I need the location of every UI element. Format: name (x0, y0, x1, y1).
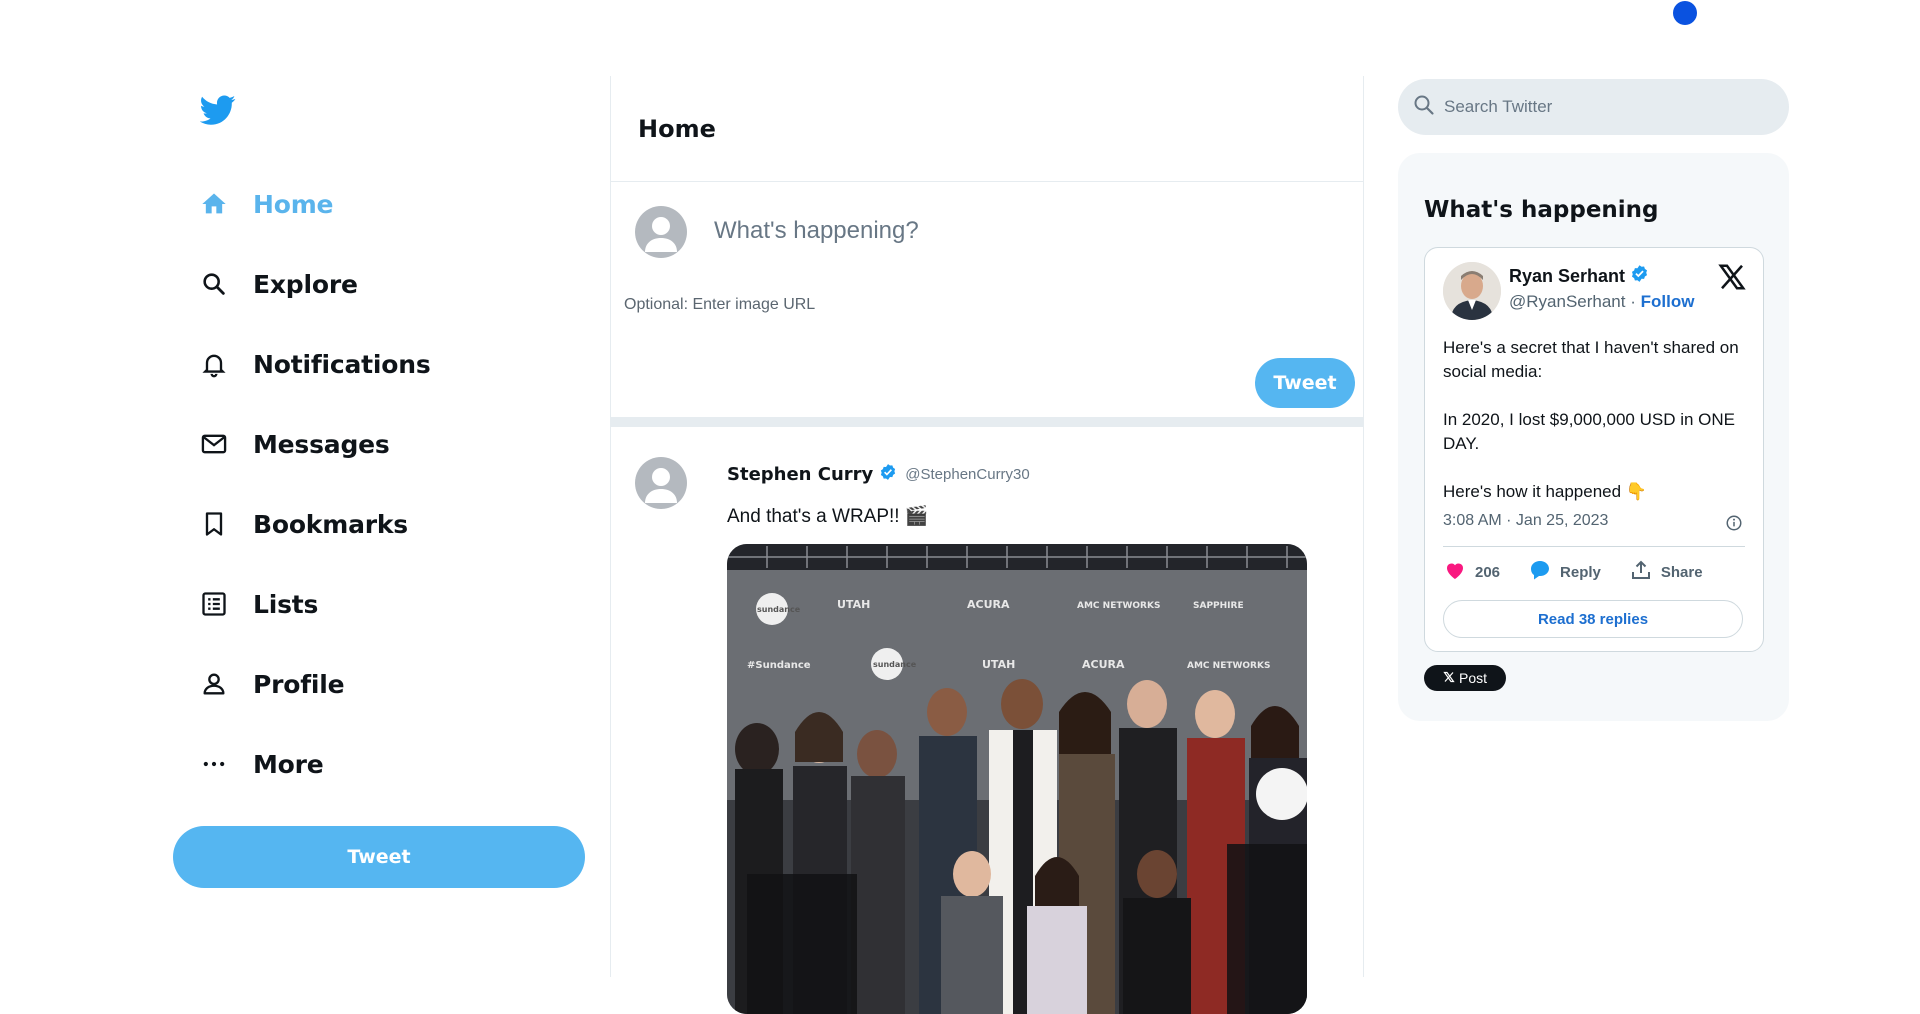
feed-divider (611, 417, 1363, 427)
list-icon (173, 590, 253, 618)
tweet-photo[interactable]: sundance UTAH ACURA AMC NETWORKS SAPPHIR… (727, 544, 1307, 1014)
media-logo-0: sundance (757, 605, 801, 614)
embed-paragraph: In 2020, I lost $9,000,000 USD in ONE DA… (1443, 410, 1736, 453)
embedded-tweet[interactable]: Ryan Serhant @RyanSerhant · Follow Here'… (1424, 247, 1764, 652)
status-dot (1673, 1, 1697, 25)
tweet-header: Stephen Curry @StephenCurry30 (727, 463, 1030, 485)
like-count: 206 (1475, 563, 1501, 581)
nav-label-lists: Lists (253, 589, 319, 619)
media-logo-6: sundance (873, 660, 917, 669)
embed-author-name[interactable]: Ryan Serhant (1509, 266, 1625, 287)
twitter-bird-icon[interactable] (199, 92, 236, 128)
nav-item-lists[interactable]: Lists (173, 564, 593, 644)
mail-icon (173, 430, 253, 458)
media-logo-3: AMC NETWORKS (1077, 601, 1160, 611)
media-logo-2: ACURA (967, 598, 1010, 611)
reply-bubble-icon (1528, 558, 1552, 586)
nav-label-notifications: Notifications (253, 349, 431, 379)
share-label: Share (1660, 563, 1703, 581)
tweet-author-name[interactable]: Stephen Curry (727, 464, 873, 485)
nav-label-more: More (253, 749, 324, 779)
sidebar-tweet-button[interactable]: Tweet (173, 826, 585, 888)
embed-divider (1443, 546, 1745, 547)
nav-label-bookmarks: Bookmarks (253, 509, 408, 539)
media-logo-5: #Sundance (747, 660, 811, 671)
nav-item-bookmarks[interactable]: Bookmarks (173, 484, 593, 564)
composer-avatar (635, 206, 687, 258)
search-icon (173, 270, 253, 298)
nav-item-home[interactable]: Home (173, 164, 593, 244)
search-input[interactable] (1444, 97, 1764, 117)
embed-text: Here's a secret that I haven't shared on… (1443, 336, 1743, 504)
tweet-text: And that's a WRAP!! 🎬 (727, 506, 929, 527)
embed-paragraph: Here's how it happened 👇 (1443, 482, 1647, 501)
heart-icon (1443, 558, 1467, 586)
tweet-composer: Tweet (611, 182, 1363, 417)
whats-happening-title: What's happening (1424, 197, 1659, 223)
nav-item-more[interactable]: More (173, 724, 593, 804)
nav-label-explore: Explore (253, 269, 358, 299)
embed-actions: 206 Reply Share (1443, 558, 1731, 586)
embed-handle[interactable]: @RyanSerhant (1509, 292, 1626, 311)
whats-happening-panel: What's happening Ryan Serhant @RyanSerha… (1398, 153, 1789, 721)
embed-paragraph: Here's a secret that I haven't shared on… (1443, 338, 1739, 381)
nav-item-notifications[interactable]: Notifications (173, 324, 593, 404)
embed-timestamp[interactable]: 3:08 AM · Jan 25, 2023 (1443, 512, 1608, 530)
person-icon (173, 670, 253, 698)
main-nav: Home Explore Notifications Messages Book… (173, 164, 593, 804)
nav-item-messages[interactable]: Messages (173, 404, 593, 484)
search-bar[interactable] (1398, 79, 1789, 135)
share-icon (1629, 558, 1653, 586)
info-icon[interactable] (1725, 514, 1743, 532)
embed-subline: @RyanSerhant · Follow (1509, 292, 1694, 312)
share-button[interactable]: Share (1629, 558, 1703, 586)
embed-author: Ryan Serhant (1509, 264, 1649, 288)
x-logo-icon (1443, 670, 1455, 686)
media-logo-9: AMC NETWORKS (1187, 661, 1270, 671)
embed-separator: · (1630, 292, 1636, 311)
main-header: Home (611, 76, 1363, 182)
main-column: Home Tweet Stephen Curry @StephenCurry30… (610, 76, 1364, 1014)
reply-label: Reply (1560, 563, 1601, 581)
nav-item-explore[interactable]: Explore (173, 244, 593, 324)
nav-label-home: Home (253, 189, 334, 219)
media-logo-7: UTAH (982, 658, 1015, 671)
media-logo-1: UTAH (837, 598, 870, 611)
x-post-label: Post (1458, 670, 1487, 686)
search-icon (1412, 93, 1436, 121)
more-icon (173, 750, 253, 778)
tweet-avatar[interactable] (635, 457, 687, 509)
image-url-input[interactable] (624, 296, 1124, 314)
bookmark-icon (173, 510, 253, 538)
tweet-author-handle[interactable]: @StephenCurry30 (905, 466, 1029, 483)
nav-item-profile[interactable]: Profile (173, 644, 593, 724)
like-button[interactable]: 206 (1443, 558, 1500, 586)
follow-link[interactable]: Follow (1641, 292, 1695, 311)
nav-label-profile: Profile (253, 669, 345, 699)
home-icon (173, 190, 253, 218)
compose-tweet-input[interactable] (714, 217, 1334, 245)
media-logo-4: SAPPHIRE (1193, 601, 1244, 611)
tweet[interactable]: Stephen Curry @StephenCurry30 And that's… (611, 427, 1363, 1014)
nav-label-messages: Messages (253, 429, 390, 459)
bell-icon (173, 350, 253, 378)
verified-badge-icon (1630, 264, 1649, 288)
page-title: Home (638, 114, 716, 143)
compose-tweet-button[interactable]: Tweet (1255, 358, 1355, 408)
embed-avatar[interactable] (1443, 262, 1501, 320)
verified-badge-icon (879, 463, 897, 485)
media-logo-8: ACURA (1082, 658, 1125, 671)
x-post-button[interactable]: Post (1424, 665, 1506, 691)
read-replies-button[interactable]: Read 38 replies (1443, 600, 1743, 638)
x-logo-icon[interactable] (1717, 262, 1747, 292)
reply-button[interactable]: Reply (1528, 558, 1601, 586)
